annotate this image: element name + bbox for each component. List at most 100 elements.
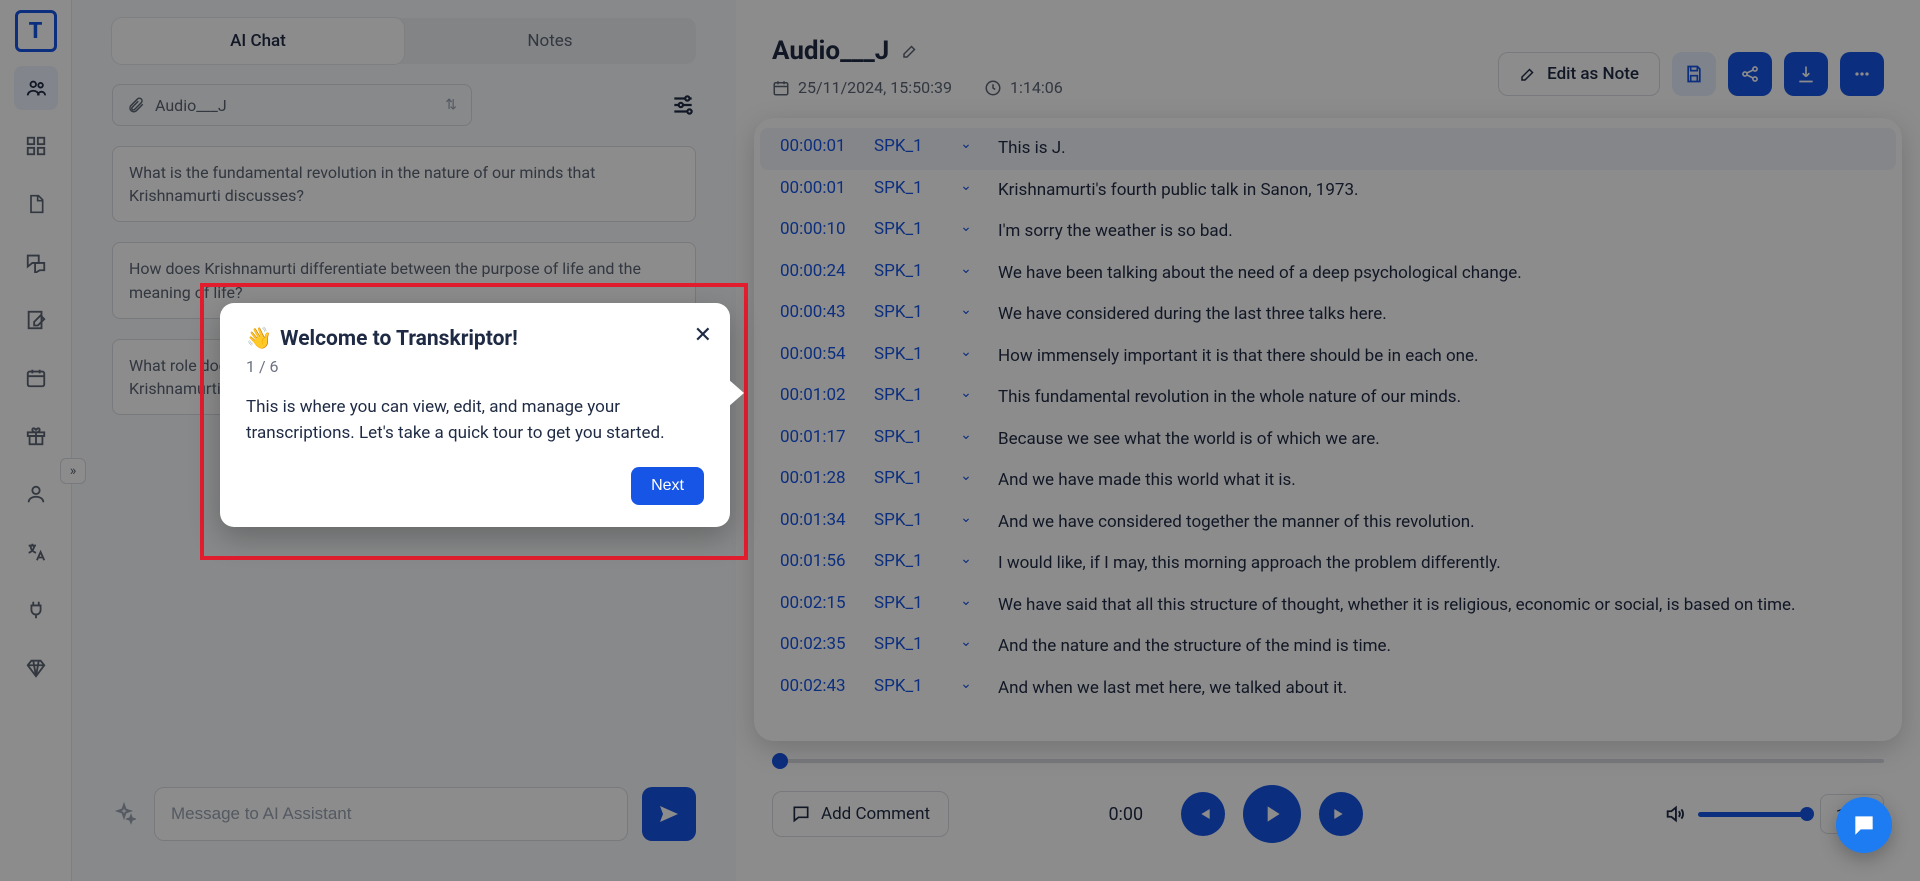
transcript-speaker[interactable]: SPK_1 (874, 468, 934, 488)
transcript-speaker[interactable]: SPK_1 (874, 385, 934, 405)
transcript-row[interactable]: 00:01:28 SPK_1 ⌄ And we have made this worl… (760, 460, 1896, 502)
transcript-timestamp[interactable]: 00:01:17 (780, 427, 862, 447)
transcript-speaker[interactable]: SPK_1 (874, 593, 934, 613)
nav-edit-icon[interactable] (14, 298, 58, 342)
prev-button[interactable] (1181, 792, 1225, 836)
add-comment-button[interactable]: Add Comment (772, 791, 949, 837)
transcript-row[interactable]: 00:01:17SPK_1⌄Because we see what the wo… (760, 419, 1896, 461)
sidebar: T (0, 0, 72, 881)
transcript-row[interactable]: 00:00:01 SPK_1 ⌄ This is J. (760, 128, 1896, 170)
transcript-row[interactable]: 00:00:54SPK_1⌄How immensely important it… (760, 336, 1896, 378)
transcript-timestamp[interactable]: 00:00:43 (780, 302, 862, 322)
transcript-timestamp[interactable]: 00:01:02 (780, 385, 862, 405)
seek-handle[interactable] (772, 753, 788, 769)
chevron-down-icon[interactable]: ⌄ (946, 468, 986, 484)
transcript-timestamp[interactable]: 00:01:28 (780, 468, 862, 488)
chevron-down-icon[interactable]: ⌄ (946, 261, 986, 277)
chevron-down-icon[interactable]: ⌄ (946, 593, 986, 609)
download-button[interactable] (1784, 52, 1828, 96)
play-button[interactable] (1243, 785, 1301, 843)
transcript-speaker[interactable]: SPK_1 (874, 634, 934, 654)
edit-as-note-button[interactable]: Edit as Note (1498, 52, 1660, 96)
tour-next-button[interactable]: Next (631, 467, 704, 505)
suggested-question[interactable]: What is the fundamental revolution in th… (112, 146, 696, 222)
transcript-speaker[interactable]: SPK_1 (874, 551, 934, 571)
chevron-down-icon[interactable]: ⌄ (946, 634, 986, 650)
transcript-speaker[interactable]: SPK_1 (874, 178, 934, 198)
nav-document-icon[interactable] (14, 182, 58, 226)
share-button[interactable] (1728, 52, 1772, 96)
transcript-speaker[interactable]: SPK_1 (874, 510, 934, 530)
nav-premium-icon[interactable] (14, 646, 58, 690)
volume-icon[interactable] (1664, 803, 1686, 825)
seek-bar[interactable] (772, 759, 1884, 763)
transcript-timestamp[interactable]: 00:00:01 (780, 178, 862, 198)
transcript-timestamp[interactable]: 00:01:34 (780, 510, 862, 530)
transcript-row[interactable]: 00:00:01SPK_1⌄Krishnamurti's fourth publ… (760, 170, 1896, 212)
more-button[interactable] (1840, 52, 1884, 96)
chevron-down-icon[interactable]: ⌄ (946, 136, 986, 152)
chevron-down-icon[interactable]: ⌄ (946, 219, 986, 235)
nav-gift-icon[interactable] (14, 414, 58, 458)
nav-people-icon[interactable] (14, 66, 58, 110)
chevron-down-icon[interactable]: ⌄ (946, 178, 986, 194)
transcript-speaker[interactable]: SPK_1 (874, 302, 934, 322)
transcript-speaker[interactable]: SPK_1 (874, 136, 934, 156)
app-logo[interactable]: T (15, 10, 57, 52)
nav-integrations-icon[interactable] (14, 588, 58, 632)
transcript-row[interactable]: 00:02:15SPK_1⌄We have said that all this… (760, 585, 1896, 627)
volume-handle[interactable] (1800, 807, 1814, 821)
transcript-timestamp[interactable]: 00:01:56 (780, 551, 862, 571)
save-button[interactable] (1672, 52, 1716, 96)
transcript-text: We have considered during the last three… (998, 302, 1876, 328)
transcript-speaker[interactable]: SPK_1 (874, 219, 934, 239)
chevron-down-icon[interactable]: ⌄ (946, 427, 986, 443)
chevron-down-icon[interactable]: ⌄ (946, 510, 986, 526)
transcript-timestamp[interactable]: 00:00:10 (780, 219, 862, 239)
nav-calendar-icon[interactable] (14, 356, 58, 400)
settings-sliders-icon[interactable] (670, 92, 696, 118)
nav-dashboard-icon[interactable] (14, 124, 58, 168)
transcript-row[interactable]: 00:00:43 SPK_1 ⌄ We have considered during … (760, 294, 1896, 336)
transcript-row[interactable]: 00:01:34SPK_1⌄And we have considered tog… (760, 502, 1896, 544)
file-selector[interactable]: Audio___J ⇅ (112, 84, 472, 126)
transcript-row[interactable]: 00:01:56 SPK_1 ⌄ I would like, if I may, th… (760, 543, 1896, 585)
transcript-timestamp[interactable]: 00:00:54 (780, 344, 862, 364)
nav-profile-icon[interactable] (14, 472, 58, 516)
transcript-row[interactable]: 00:02:35SPK_1⌄And the nature and the str… (760, 626, 1896, 668)
transcript-timestamp[interactable]: 00:02:15 (780, 593, 862, 613)
sidebar-expand-button[interactable]: » (60, 458, 86, 484)
nav-chat-icon[interactable] (14, 240, 58, 284)
edit-title-icon[interactable] (901, 42, 919, 60)
chat-input[interactable] (154, 787, 628, 841)
transcript-timestamp[interactable]: 00:00:01 (780, 136, 862, 156)
transcript-row[interactable]: 00:00:24SPK_1⌄We have been talking about… (760, 253, 1896, 295)
chevron-down-icon[interactable]: ⌄ (946, 676, 986, 692)
chevron-down-icon[interactable]: ⌄ (946, 344, 986, 360)
sparkle-icon (112, 802, 140, 826)
transcript-timestamp[interactable]: 00:02:43 (780, 676, 862, 696)
chevron-down-icon[interactable]: ⌄ (946, 551, 986, 567)
transcript-speaker[interactable]: SPK_1 (874, 427, 934, 447)
transcript-text: I would like, if I may, this morning app… (998, 551, 1876, 577)
send-button[interactable] (642, 787, 696, 841)
tour-close-button[interactable]: ✕ (694, 323, 712, 348)
transcript-row[interactable]: 00:02:43SPK_1⌄And when we last met here,… (760, 668, 1896, 710)
transcript-row[interactable]: 00:01:02SPK_1⌄This fundamental revolutio… (760, 377, 1896, 419)
support-chat-fab[interactable] (1836, 797, 1892, 853)
transcript-text: This is J. (998, 136, 1876, 162)
chevron-down-icon[interactable]: ⌄ (946, 302, 986, 318)
transcript-speaker[interactable]: SPK_1 (874, 261, 934, 281)
tab-ai-chat[interactable]: AI Chat (112, 18, 404, 64)
transcript-row[interactable]: 00:00:10SPK_1⌄I'm sorry the weather is s… (760, 211, 1896, 253)
transcript-speaker[interactable]: SPK_1 (874, 676, 934, 696)
next-button[interactable] (1319, 792, 1363, 836)
nav-translate-icon[interactable] (14, 530, 58, 574)
transcript-timestamp[interactable]: 00:00:24 (780, 261, 862, 281)
chevron-down-icon[interactable]: ⌄ (946, 385, 986, 401)
transcript-text: And we have made this world what it is. (998, 468, 1876, 494)
transcript-timestamp[interactable]: 00:02:35 (780, 634, 862, 654)
volume-slider[interactable] (1698, 812, 1808, 817)
tab-notes[interactable]: Notes (404, 18, 696, 64)
transcript-speaker[interactable]: SPK_1 (874, 344, 934, 364)
